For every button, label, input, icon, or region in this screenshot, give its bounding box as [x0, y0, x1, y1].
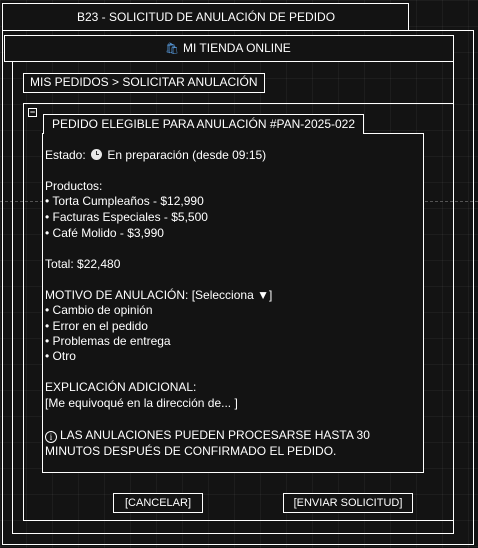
reason-label: MOTIVO DE ANULACIÓN: — [45, 288, 189, 302]
clock-icon — [91, 149, 103, 160]
notice-text-1: LAS ANULACIONES PUEDEN PROCESARSE HASTA … — [60, 428, 370, 442]
collapse-toggle-icon[interactable]: − — [28, 108, 37, 117]
order-panel-title: PEDIDO ELEGIBLE PARA ANULACIÓN #PAN-2025… — [43, 114, 365, 134]
status-value: En preparación (desde 09:15) — [107, 148, 267, 162]
reason-select[interactable]: [Selecciona ▼] — [192, 288, 273, 302]
status-label: Estado: — [45, 148, 86, 162]
breadcrumb[interactable]: MIS PEDIDOS > SOLICITAR ANULACIÓN — [23, 73, 265, 93]
list-item: • Café Molido - $3,990 — [45, 226, 164, 240]
order-panel-title-text: PEDIDO ELEGIBLE PARA ANULACIÓN #PAN-2025… — [52, 117, 356, 131]
list-item: • Torta Cumpleaños - $12,990 — [45, 194, 204, 208]
order-total: Total: $22,480 — [45, 257, 121, 271]
info-icon: i — [45, 431, 57, 443]
shopping-bag-icon: 🛍 — [165, 43, 179, 55]
list-item: • Facturas Especiales - $5,500 — [45, 210, 208, 224]
window-title-tab: B23 - SOLICITUD DE ANULACIÓN DE PEDIDO — [2, 3, 409, 30]
cancel-button[interactable]: [CANCELAR] — [113, 493, 203, 513]
reason-option[interactable]: • Cambio de opinión — [45, 303, 153, 319]
submit-request-button[interactable]: [ENVIAR SOLICITUD] — [283, 493, 413, 513]
store-name: MI TIENDA ONLINE — [182, 41, 291, 55]
reason-option[interactable]: • Problemas de entrega — [45, 334, 171, 350]
products-label: Productos: — [45, 179, 103, 193]
breadcrumb-text: MIS PEDIDOS > SOLICITAR ANULACIÓN — [30, 75, 258, 89]
window-title: B23 - SOLICITUD DE ANULACIÓN DE PEDIDO — [77, 10, 336, 24]
explanation-input[interactable]: [Me equivoqué en la dirección de... ] — [45, 396, 238, 412]
reason-row: MOTIVO DE ANULACIÓN: [Selecciona ▼] — [45, 288, 272, 304]
notice-line-1: i LAS ANULACIONES PUEDEN PROCESARSE HASTA… — [45, 428, 370, 444]
order-status: Estado: En preparación (desde 09:15) — [45, 148, 266, 164]
store-header: 🛍 MI TIENDA ONLINE — [4, 35, 454, 62]
reason-option[interactable]: • Otro — [45, 349, 76, 365]
explanation-label: EXPLICACIÓN ADICIONAL: — [45, 380, 197, 394]
notice-line-2: MINUTOS DESPUÉS DE CONFIRMADO EL PEDIDO. — [45, 444, 337, 458]
reason-option[interactable]: • Error en el pedido — [45, 319, 148, 335]
